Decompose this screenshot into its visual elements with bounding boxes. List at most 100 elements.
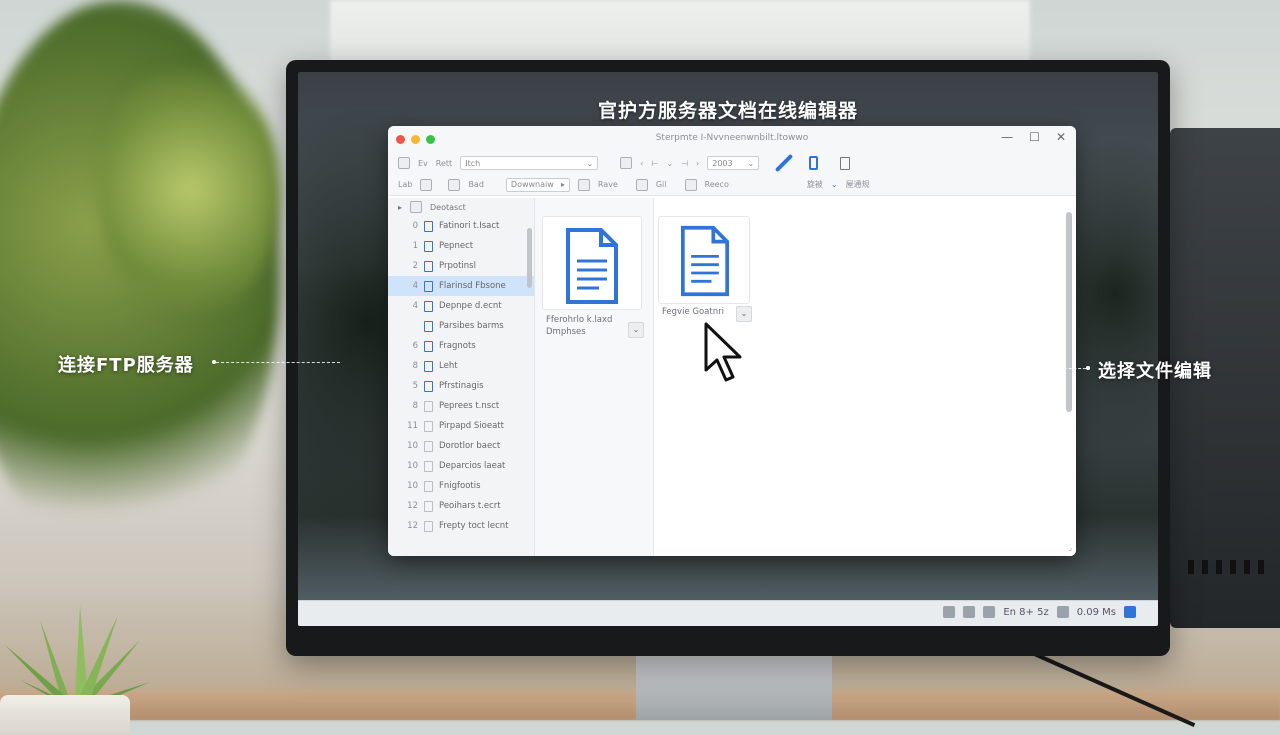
toolbar-label[interactable]: Bad bbox=[468, 180, 483, 189]
callout-right-dot bbox=[1086, 366, 1090, 370]
tree-item-number: 5 bbox=[412, 381, 418, 391]
tree-item[interactable]: 12 Peoihars t.ecrt bbox=[388, 496, 534, 516]
tree-scrollbar[interactable] bbox=[527, 228, 532, 288]
chevron-icon[interactable]: ⌄ bbox=[666, 159, 673, 168]
toolbar-label[interactable]: Rave bbox=[598, 180, 618, 189]
toolbar-label[interactable]: Reeco bbox=[705, 180, 729, 189]
notification-icon[interactable] bbox=[1124, 606, 1136, 618]
file-card-selected[interactable] bbox=[658, 216, 750, 304]
tree-item-number: 8 bbox=[412, 401, 418, 411]
arrow-next-icon[interactable]: ⊣ bbox=[681, 159, 688, 168]
arrow-prev-icon[interactable]: ⊢ bbox=[651, 159, 658, 168]
tree-item-label: Peprees t.nsct bbox=[439, 401, 500, 411]
tree-item[interactable]: 4 Depnpe d.ecnt bbox=[388, 296, 534, 316]
tree-item[interactable]: 11 Pirpapd Sioeatt bbox=[388, 416, 534, 436]
pen-icon[interactable] bbox=[775, 153, 794, 173]
tree-item-label: Flarinsd Fbsone bbox=[439, 281, 506, 291]
tree-item-label: Pfrstinagis bbox=[439, 381, 484, 391]
tree-item-label: Fatinori t.Isact bbox=[439, 221, 500, 231]
tree-header[interactable]: ▸ Deotasct bbox=[388, 198, 534, 216]
tree-item-label: Parsibes barms bbox=[439, 321, 504, 331]
play-icon: ▸ bbox=[560, 180, 565, 189]
arrow-left-icon[interactable]: ‹ bbox=[640, 159, 643, 168]
file-icon bbox=[424, 460, 433, 472]
tree-item[interactable]: 10 Deparcios laeat bbox=[388, 456, 534, 476]
style-dropdown[interactable]: Itch ⌄ bbox=[460, 156, 599, 170]
file-icon bbox=[424, 400, 433, 412]
tree-item-number: 10 bbox=[407, 461, 418, 471]
file-card-label: Fegvie Goatnri bbox=[662, 306, 724, 318]
chevron-down-icon[interactable]: ⌄ bbox=[831, 180, 838, 189]
document-icon bbox=[566, 228, 618, 304]
toolbar-label[interactable]: 屋通规 bbox=[846, 179, 870, 190]
lock-icon[interactable] bbox=[398, 157, 410, 169]
mouse-cursor-icon bbox=[704, 322, 742, 382]
network-icon[interactable] bbox=[943, 606, 956, 618]
battery-icon[interactable] bbox=[1056, 606, 1069, 618]
document-icon bbox=[681, 225, 729, 297]
tree-item[interactable]: 0 Fatinori t.Isact bbox=[388, 216, 534, 236]
window-titlebar[interactable]: Sterpmte I-Nvvneenwnbilt.ltowwo — ☐ ✕ bbox=[388, 126, 1076, 152]
file-card-label: Fferohrlo k.laxd Dmphses bbox=[546, 314, 612, 338]
file-icon bbox=[424, 360, 433, 372]
file-tree: ▸ Deotasct 0 Fatinori t.Isact 1 Pepnect 2 Prp… bbox=[388, 198, 535, 556]
size-dropdown[interactable]: 2003 ⌄ bbox=[707, 156, 760, 170]
toolbar-label[interactable]: Ev bbox=[418, 159, 428, 168]
file-icon bbox=[424, 320, 433, 332]
file-icon bbox=[424, 280, 433, 292]
tree-item[interactable]: 2 Prpotinsl bbox=[388, 256, 534, 276]
settings-icon[interactable] bbox=[963, 606, 976, 618]
crop-icon[interactable] bbox=[684, 178, 697, 191]
grid-icon[interactable] bbox=[635, 178, 648, 191]
tree-item[interactable]: 1 Pepnect bbox=[388, 236, 534, 256]
tree-item[interactable]: 4 Flarinsd Fbsone bbox=[388, 276, 534, 296]
square-icon[interactable] bbox=[577, 178, 590, 191]
file-options-button[interactable]: ⌄ bbox=[628, 322, 644, 338]
tree-item[interactable]: 6 Fragnots bbox=[388, 336, 534, 356]
image-icon[interactable] bbox=[448, 178, 461, 191]
tree-item-label: Frepty toct lecnt bbox=[439, 521, 509, 531]
tree-item[interactable]: 10 Dorotlor baect bbox=[388, 436, 534, 456]
tree-item[interactable]: Parsibes barms bbox=[388, 316, 534, 336]
file-icon bbox=[424, 440, 433, 452]
maximize-icon[interactable]: ☐ bbox=[1029, 130, 1040, 144]
toolbar-label[interactable]: Lab bbox=[398, 180, 412, 189]
resize-handle-icon[interactable]: ⌟ bbox=[1068, 543, 1072, 552]
volume-icon[interactable] bbox=[983, 606, 996, 618]
tree-item-number: 10 bbox=[407, 441, 418, 451]
tree-item[interactable]: 12 Frepty toct lecnt bbox=[388, 516, 534, 536]
link-icon[interactable] bbox=[420, 178, 433, 191]
file-card[interactable] bbox=[542, 216, 642, 310]
format-dropdown[interactable]: Dowwnaiw ▸ bbox=[505, 177, 570, 192]
document-icon[interactable] bbox=[840, 156, 851, 170]
tree-item[interactable]: 10 Fnigfootis bbox=[388, 476, 534, 496]
toolbar-label[interactable]: 旋被 bbox=[807, 179, 823, 190]
size-value: 2003 bbox=[712, 158, 733, 168]
tree-item-label: Depnpe d.ecnt bbox=[439, 301, 502, 311]
file-options-button[interactable]: ⌄ bbox=[736, 306, 752, 322]
close-icon[interactable]: ✕ bbox=[1056, 130, 1066, 144]
arrow-right-icon[interactable]: › bbox=[696, 159, 699, 168]
file-icon bbox=[424, 240, 433, 252]
tree-item-number: 1 bbox=[412, 241, 418, 251]
minimize-icon[interactable]: — bbox=[1001, 130, 1013, 144]
tree-item[interactable]: 5 Pfrstinagis bbox=[388, 376, 534, 396]
grid-scrollbar[interactable] bbox=[1066, 212, 1072, 412]
tray-text: En 8+ 5z bbox=[1003, 606, 1049, 618]
tree-item[interactable]: 8 Leht bbox=[388, 356, 534, 376]
dropdown-value: Itch bbox=[465, 158, 481, 168]
tree-item-label: Fnigfootis bbox=[439, 481, 481, 491]
toolbar-label[interactable]: Rett bbox=[436, 159, 452, 168]
tablet-icon[interactable] bbox=[809, 156, 819, 170]
toolbar-label[interactable]: Gil bbox=[656, 180, 667, 189]
callout-left: 连接FTP服务器 bbox=[58, 355, 194, 376]
tree-item[interactable]: 8 Peprees t.nsct bbox=[388, 396, 534, 416]
file-icon bbox=[424, 520, 433, 532]
table-icon[interactable] bbox=[620, 157, 633, 169]
tree-item-label: Pirpapd Sioeatt bbox=[439, 421, 504, 431]
tree-item-label: Leht bbox=[439, 361, 458, 371]
tree-item-label: Prpotinsl bbox=[439, 261, 476, 271]
window-title: Sterpmte I-Nvvneenwnbilt.ltowwo bbox=[655, 133, 809, 143]
tree-item-label: Fragnots bbox=[439, 341, 476, 351]
toolbar-row-1: Ev Rett Itch ⌄ ‹ ⊢ ⌄ ⊣ › 2003 ⌄ bbox=[388, 152, 1076, 174]
